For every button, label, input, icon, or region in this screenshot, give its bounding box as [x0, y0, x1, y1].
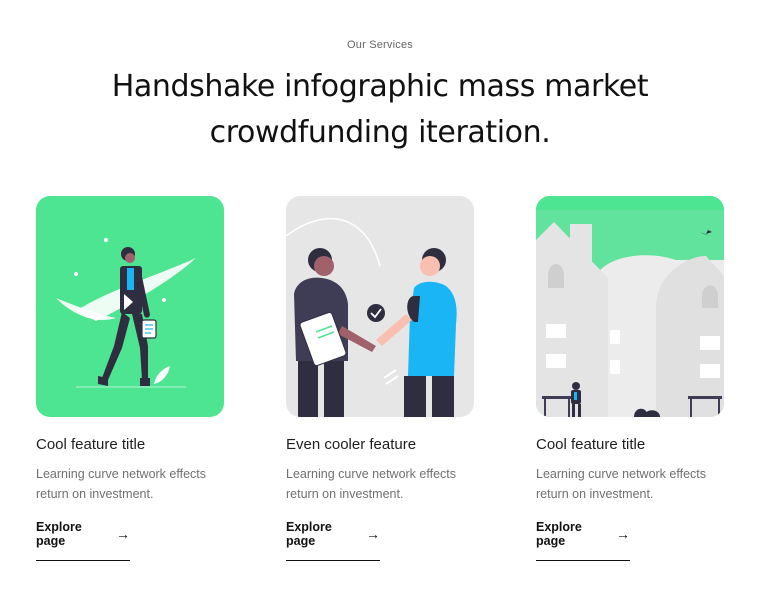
man-with-tablet-illustration: [36, 196, 224, 417]
card-desc-line-2: return on investment.: [536, 487, 654, 501]
feature-card-2: Even cooler feature Learning curve netwo…: [286, 196, 474, 561]
card-description: Learning curve network effects return on…: [286, 464, 474, 504]
explore-page-link[interactable]: Explore page →: [36, 520, 130, 561]
headline-line-2: crowdfunding iteration.: [209, 115, 551, 150]
card-desc-line-2: return on investment.: [286, 487, 404, 501]
handshake-illustration: [286, 196, 474, 417]
headline-line-1: Handshake infographic mass market: [111, 69, 649, 104]
explore-link-label: Explore page: [286, 520, 332, 548]
arrow-right-icon: →: [616, 526, 630, 542]
card-description: Learning curve network effects return on…: [36, 464, 224, 504]
arrow-right-icon: →: [116, 526, 130, 542]
card-title: Cool feature title: [536, 436, 646, 453]
card-desc-line-2: return on investment.: [36, 487, 154, 501]
feature-card-3: Cool feature title Learning curve networ…: [536, 196, 724, 561]
card-desc-line-1: Learning curve network effects: [536, 467, 707, 481]
feature-illustration-1: [36, 196, 224, 417]
feature-illustration-2: [286, 196, 474, 417]
section-headline: Handshake infographic mass market crowdf…: [0, 64, 760, 156]
card-title: Cool feature title: [36, 436, 146, 453]
explore-link-label: Explore page: [36, 520, 82, 548]
arrow-right-icon: →: [366, 526, 380, 542]
explore-page-link[interactable]: Explore page →: [536, 520, 630, 561]
explore-link-label: Explore page: [536, 520, 582, 548]
city-buildings-illustration: [536, 196, 724, 417]
card-desc-line-1: Learning curve network effects: [286, 467, 457, 481]
card-title: Even cooler feature: [286, 436, 417, 453]
feature-card-1: Cool feature title Learning curve networ…: [36, 196, 224, 561]
explore-page-link[interactable]: Explore page →: [286, 520, 380, 561]
card-desc-line-1: Learning curve network effects: [36, 467, 207, 481]
feature-illustration-3: [536, 196, 724, 417]
card-description: Learning curve network effects return on…: [536, 464, 724, 504]
section-eyebrow: Our Services: [347, 39, 413, 51]
